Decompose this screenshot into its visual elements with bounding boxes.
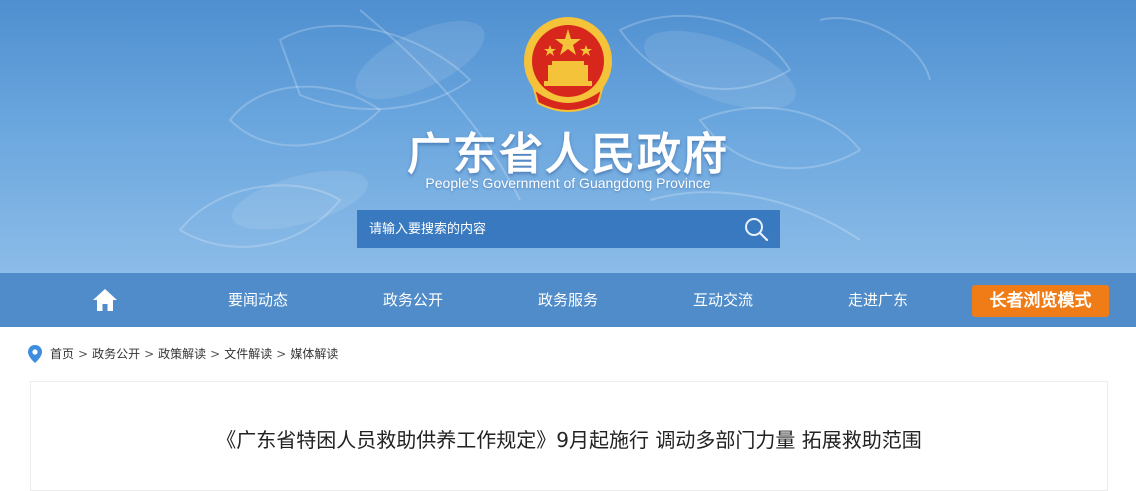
nav-item-about-guangdong[interactable]: 走进广东 [848, 273, 908, 327]
breadcrumb-document-interpretation[interactable]: 文件解读 [224, 342, 272, 366]
national-emblem [524, 17, 612, 112]
site-title: 广东省人民政府 [407, 129, 729, 180]
breadcrumb-separator: > [144, 347, 155, 361]
site-header: 广东省人民政府 People's Government of Guangdong… [0, 0, 1136, 273]
nav-item-interaction[interactable]: 互动交流 [693, 273, 753, 327]
nav-item-government-affairs-disclosure[interactable]: 政务公开 [383, 273, 443, 327]
location-pin-icon [28, 345, 42, 363]
breadcrumb-separator: > [276, 347, 287, 361]
breadcrumb-government-affairs-disclosure[interactable]: 政务公开 [92, 342, 140, 366]
main-navigation: 要闻动态 政务公开 政务服务 互动交流 走进广东 长者浏览模式 [0, 273, 1136, 327]
breadcrumb-separator: > [78, 347, 89, 361]
breadcrumb: 首页 > 政务公开 > 政策解读 > 文件解读 > 媒体解读 [28, 342, 338, 366]
breadcrumb-policy-interpretation[interactable]: 政策解读 [158, 342, 206, 366]
site-subtitle: People's Government of Guangdong Provinc… [425, 175, 711, 191]
search-box [357, 210, 780, 248]
nav-item-news[interactable]: 要闻动态 [228, 273, 288, 327]
nav-item-government-services[interactable]: 政务服务 [538, 273, 598, 327]
breadcrumb-home[interactable]: 首页 [50, 342, 74, 366]
search-icon[interactable] [742, 215, 770, 243]
article-title: 《广东省特困人员救助供养工作规定》9月起施行 调动多部门力量 拓展救助范围 [216, 428, 922, 452]
article-panel: 《广东省特困人员救助供养工作规定》9月起施行 调动多部门力量 拓展救助范围 [30, 381, 1108, 491]
elder-mode-button[interactable]: 长者浏览模式 [972, 285, 1109, 317]
search-input[interactable] [357, 210, 737, 248]
breadcrumb-media-interpretation[interactable]: 媒体解读 [290, 342, 338, 366]
breadcrumb-separator: > [210, 347, 221, 361]
home-icon[interactable] [92, 287, 118, 313]
